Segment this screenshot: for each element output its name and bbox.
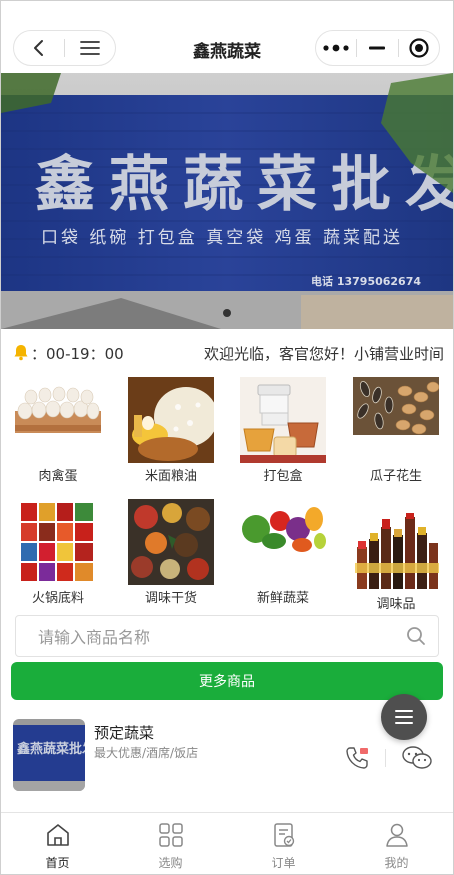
capsule-menu bbox=[315, 30, 440, 66]
category-label: 新鲜蔬菜 bbox=[256, 591, 309, 606]
more-products-button[interactable]: 更多商品 bbox=[11, 662, 443, 700]
takeout-box-image bbox=[240, 377, 326, 463]
category-item-meat-eggs[interactable]: 肉禽蛋 bbox=[1, 377, 101, 493]
more-button[interactable] bbox=[316, 31, 356, 65]
seeds-peanuts-image bbox=[353, 377, 439, 435]
category-item-hotpot-base[interactable]: 火锅底料 bbox=[1, 499, 101, 615]
category-item-fresh-vegetables[interactable]: 新鲜蔬菜 bbox=[226, 499, 326, 615]
category-label: 打包盒 bbox=[263, 469, 303, 484]
dry-spices-image bbox=[128, 499, 214, 585]
tab-label: 首页 bbox=[45, 856, 70, 870]
menu-icon-line bbox=[395, 710, 413, 712]
target-close-icon bbox=[409, 38, 429, 58]
search-box bbox=[15, 615, 439, 657]
grid-icon bbox=[158, 823, 183, 847]
hotpot-base-image bbox=[19, 499, 97, 585]
category-item-dry-spices[interactable]: 调味干货 bbox=[114, 499, 214, 615]
bell-icon bbox=[14, 345, 28, 361]
close-button[interactable] bbox=[399, 31, 439, 65]
category-label: 米面粮油 bbox=[144, 469, 197, 484]
category-item-takeout-box[interactable]: 打包盒 bbox=[226, 377, 326, 493]
tab-label: 订单 bbox=[271, 856, 296, 870]
wechat-icon[interactable] bbox=[401, 745, 433, 771]
tab-home[interactable]: 首页 bbox=[1, 813, 114, 874]
minimize-button[interactable] bbox=[357, 31, 397, 65]
business-hours: ：00-19：00 bbox=[31, 345, 124, 363]
minimize-icon bbox=[369, 46, 386, 50]
eggs-image bbox=[15, 381, 101, 437]
tab-label: 选购 bbox=[158, 856, 183, 870]
category-item-rice-flour-oil[interactable]: 米面粮油 bbox=[114, 377, 214, 493]
category-label: 调味品 bbox=[376, 597, 416, 612]
store-card[interactable]: 鑫燕蔬菜批发 预定蔬菜 最大优惠/酒席/饭店 bbox=[13, 719, 443, 795]
condiments-image bbox=[353, 513, 439, 591]
user-icon bbox=[385, 823, 408, 847]
category-item-condiments[interactable]: 调味品 bbox=[339, 499, 439, 615]
category-label: 肉禽蛋 bbox=[38, 469, 78, 484]
home-icon bbox=[46, 824, 69, 846]
top-header: 鑫燕蔬菜 bbox=[1, 1, 453, 73]
bottom-tabbar: 首页 选购 订单 我的 bbox=[1, 812, 453, 874]
category-item-seeds-peanuts[interactable]: 瓜子花生 bbox=[339, 377, 439, 493]
store-thumbnail: 鑫燕蔬菜批发 bbox=[13, 719, 85, 791]
store-thumbnail-sign: 鑫燕蔬菜批发 bbox=[16, 741, 85, 757]
fresh-vegetables-image bbox=[240, 499, 326, 555]
search-icon[interactable] bbox=[406, 626, 426, 646]
carousel-indicator-dot[interactable] bbox=[223, 309, 231, 317]
welcome-marquee: 欢迎光临，客官您好！小铺营业时间 bbox=[204, 345, 445, 363]
notice-bar: ：00-19：00 欢迎光临，客官您好！小铺营业时间 bbox=[1, 339, 453, 365]
tab-browse[interactable]: 选购 bbox=[114, 813, 227, 874]
search-input[interactable] bbox=[38, 626, 398, 648]
menu-icon-line bbox=[395, 716, 413, 718]
tab-mine[interactable]: 我的 bbox=[340, 813, 453, 874]
category-label: 瓜子花生 bbox=[369, 469, 422, 484]
category-label: 调味干货 bbox=[144, 591, 197, 606]
tab-orders[interactable]: 订单 bbox=[227, 813, 340, 874]
banner-carousel[interactable]: 鑫燕蔬菜批发 口袋 纸碗 打包盒 真空袋 鸡蛋 蔬菜配送 电话 13795062… bbox=[1, 73, 453, 329]
store-name: 预定蔬菜 bbox=[94, 724, 155, 742]
order-icon bbox=[273, 823, 294, 847]
category-label: 火锅底料 bbox=[31, 591, 84, 606]
storefront-photo: 鑫燕蔬菜批发 口袋 纸碗 打包盒 真空袋 鸡蛋 蔬菜配送 电话 13795062… bbox=[1, 73, 453, 329]
store-actions-divider bbox=[385, 749, 386, 767]
banner-phone-text: 电话 13795062674 bbox=[311, 274, 421, 288]
rice-flour-oil-image bbox=[128, 377, 214, 463]
mini-program-page: 鑫燕蔬菜 鑫燕蔬菜批发 口袋 纸碗 打包盒 真空袋 鸡蛋 蔬菜配送 电话 137… bbox=[0, 0, 454, 875]
store-description: 最大优惠/酒席/饭店 bbox=[94, 746, 199, 760]
tab-label: 我的 bbox=[384, 856, 409, 870]
banner-sign-subtext: 口袋 纸碗 打包盒 真空袋 鸡蛋 蔬菜配送 bbox=[41, 228, 403, 248]
phone-icon[interactable] bbox=[344, 745, 370, 771]
more-dots-icon bbox=[323, 44, 349, 52]
banner-sign-text: 鑫燕蔬菜批发 bbox=[35, 150, 453, 220]
